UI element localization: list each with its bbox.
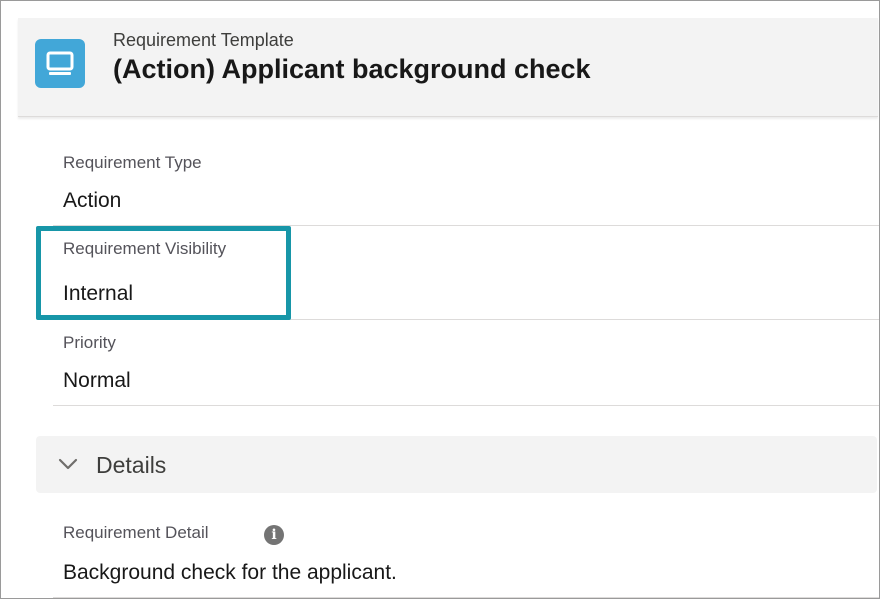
record-header: Requirement Template (Action) Applicant … xyxy=(18,18,878,117)
page-title: (Action) Applicant background check xyxy=(113,54,591,84)
chevron-down-icon xyxy=(58,458,78,470)
field-label: Requirement Type xyxy=(63,153,202,172)
field-value: Action xyxy=(63,189,122,212)
object-icon xyxy=(35,39,85,88)
highlight-box xyxy=(36,226,291,320)
field-value: Normal xyxy=(63,369,131,392)
field-value: Background check for the applicant. xyxy=(63,561,397,584)
field-priority: Priority Normal xyxy=(53,321,879,406)
section-title: Details xyxy=(96,452,167,478)
field-label: Requirement Detail xyxy=(63,523,209,542)
object-type-label: Requirement Template xyxy=(113,30,294,50)
info-icon[interactable]: i xyxy=(264,525,284,545)
record-page: Requirement Template (Action) Applicant … xyxy=(0,0,880,599)
section-details-toggle[interactable]: Details xyxy=(36,436,877,493)
field-requirement-type: Requirement Type Action xyxy=(53,143,879,226)
field-requirement-detail: Requirement Detail Background check for … xyxy=(53,511,879,598)
field-label: Priority xyxy=(63,333,116,352)
computer-monitor-icon xyxy=(46,51,74,75)
